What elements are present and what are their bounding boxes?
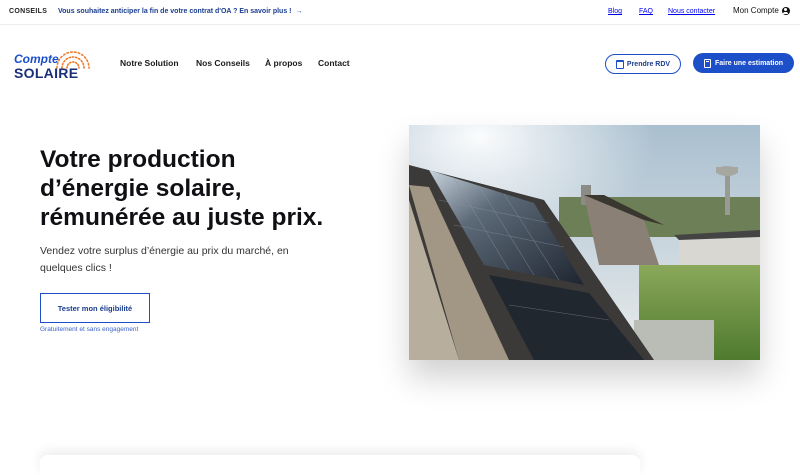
promo-text: Vous souhaitez anticiper la fin de votre… bbox=[58, 8, 292, 15]
tester-eligibilite-button[interactable]: Tester mon éligibilité bbox=[40, 293, 150, 323]
calendar-icon bbox=[615, 59, 624, 69]
next-section-card bbox=[40, 455, 640, 475]
account-label: Mon Compte bbox=[733, 6, 779, 15]
hero-photo-solar-roof bbox=[409, 125, 760, 360]
cta-label: Tester mon éligibilité bbox=[57, 303, 133, 313]
nav-nos-conseils[interactable]: Nos Conseils bbox=[196, 58, 250, 68]
nav-contact[interactable]: Contact bbox=[318, 58, 350, 68]
logo[interactable]: Compte SOLAIRE bbox=[13, 42, 93, 82]
account-link[interactable]: Mon Compte bbox=[733, 6, 790, 15]
logo-word-solaire: SOLAIRE bbox=[14, 65, 79, 81]
hero-title-line: d’énergie solaire, bbox=[40, 175, 242, 202]
faire-estimation-button[interactable]: Faire une estimation bbox=[693, 53, 794, 73]
hero-title-line: Votre production bbox=[40, 146, 236, 173]
hero-title: Votre production d’énergie solaire, rému… bbox=[40, 145, 400, 232]
hero-subtitle: Vendez votre surplus d’énergie au prix d… bbox=[40, 243, 330, 277]
contact-us-link[interactable]: Nous contacter bbox=[668, 8, 715, 15]
nav-notre-solution[interactable]: Notre Solution bbox=[120, 58, 179, 68]
calculator-icon bbox=[703, 58, 711, 68]
top-announcement-bar: CONSEILS Vous souhaitez anticiper la fin… bbox=[0, 0, 800, 25]
prendre-rdv-button[interactable]: Prendre RDV bbox=[605, 54, 681, 74]
faire-estimation-label: Faire une estimation bbox=[714, 59, 784, 67]
hero-subtitle-line: Vendez votre surplus d’énergie au prix d… bbox=[40, 245, 289, 257]
blog-link[interactable]: Blog bbox=[608, 8, 622, 15]
logo-word-compte: Compte bbox=[14, 52, 59, 66]
arrow-right-icon: → bbox=[295, 8, 303, 15]
nav-a-propos[interactable]: À propos bbox=[265, 58, 302, 68]
promo-link[interactable]: Vous souhaitez anticiper la fin de votre… bbox=[58, 8, 302, 15]
category-tag: CONSEILS bbox=[9, 8, 48, 15]
user-circle-icon bbox=[781, 6, 790, 15]
prendre-rdv-label: Prendre RDV bbox=[626, 60, 671, 68]
faq-link[interactable]: FAQ bbox=[639, 8, 653, 15]
hero-title-line: rémunérée au juste prix. bbox=[40, 204, 324, 231]
hero-subtitle-line: quelques clics ! bbox=[40, 262, 112, 274]
cta-note: Gratuitement et sans engagement bbox=[40, 326, 139, 333]
